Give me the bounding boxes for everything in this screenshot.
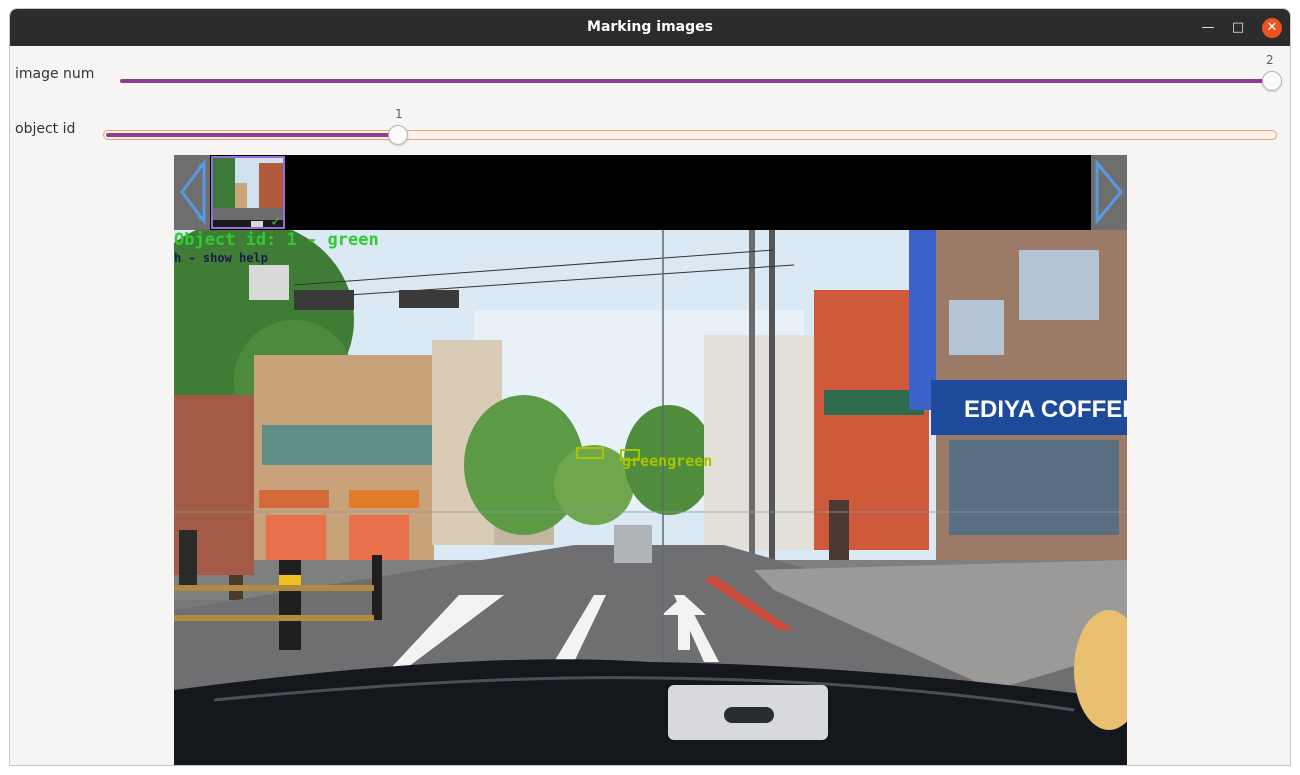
bbox-label: greengreen (622, 452, 712, 470)
checkmark-icon: ✓ (270, 214, 282, 229)
image-num-label: image num (15, 66, 95, 82)
ediya-sign: EDIYA COFFEE (964, 396, 1127, 423)
bbox-label-2: green (667, 452, 713, 470)
app-window: Marking images — □ ✕ image num 2 object … (9, 8, 1291, 766)
bbox-label-1: green (622, 452, 668, 470)
object-id-value: 1 (395, 107, 403, 121)
image-num-value: 2 (1266, 53, 1274, 67)
image-thumbnail[interactable]: ✓ (211, 156, 285, 229)
image-viewer[interactable]: ✓ EDIYA COFFEE Object id: 1 - green h - … (174, 155, 1127, 766)
window-title: Marking images (587, 19, 713, 35)
minimize-icon[interactable]: — (1198, 18, 1218, 38)
help-hint-overlay: h - show help (174, 251, 268, 265)
image-num-slider-handle[interactable] (1262, 71, 1282, 91)
arrow-left-icon[interactable] (174, 155, 210, 230)
arrow-right-icon[interactable] (1091, 155, 1127, 230)
street-photo[interactable]: EDIYA COFFEE (174, 230, 1127, 766)
object-id-overlay: Object id: 1 - green (174, 230, 379, 250)
image-num-slider[interactable] (120, 79, 1270, 83)
object-id-slider-handle[interactable] (388, 125, 408, 145)
object-id-label: object id (15, 121, 76, 137)
thumbnail-strip: ✓ (174, 155, 1127, 230)
close-icon[interactable]: ✕ (1262, 18, 1282, 38)
object-id-slider[interactable] (103, 130, 1277, 140)
maximize-icon[interactable]: □ (1228, 18, 1248, 38)
titlebar[interactable]: Marking images — □ ✕ (10, 9, 1290, 46)
